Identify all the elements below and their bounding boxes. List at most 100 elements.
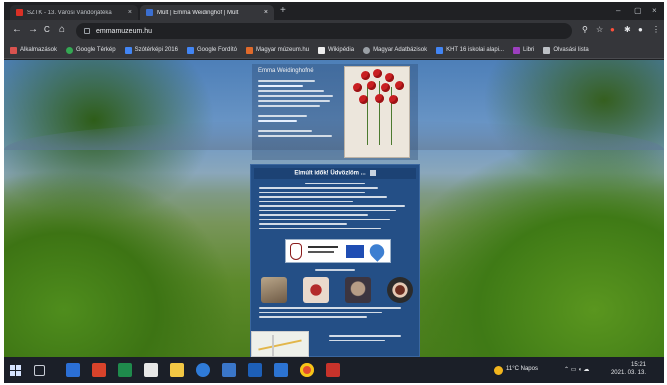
home-icon[interactable]: ⌂ xyxy=(59,24,65,36)
bookmark-label: Magyar Adatbázisok xyxy=(373,47,428,53)
address-bar[interactable]: emmamuzeum.hu xyxy=(76,23,572,39)
bookmark-icon xyxy=(363,46,371,54)
minimize-icon[interactable]: – xyxy=(616,6,620,15)
location-pin-icon xyxy=(366,241,388,262)
web-page: Emma Weidinghofné Elmúlt idők! Üdvözlöm … xyxy=(4,60,664,357)
bookmark-item[interactable]: Alkalmazások xyxy=(10,46,58,54)
extensions-puzzle-icon[interactable]: ✱ xyxy=(624,25,631,34)
tab-sztk[interactable]: SZTK - 13. Városi Vándorjátéka × xyxy=(10,5,138,20)
thumbnail-portrait[interactable] xyxy=(345,277,371,303)
bookmark-item[interactable]: Libri xyxy=(513,46,535,54)
address-url: emmamuzeum.hu xyxy=(96,27,153,35)
text-line xyxy=(258,135,332,137)
powerpoint-icon[interactable] xyxy=(92,363,106,377)
menu-dots-icon[interactable]: ⋮ xyxy=(652,25,660,34)
text-line xyxy=(259,307,401,309)
text-line xyxy=(259,316,367,318)
tab-favicon-icon xyxy=(146,9,153,16)
poppy-flower xyxy=(381,83,390,92)
task-view-icon[interactable] xyxy=(34,365,45,376)
tab-label: SZTK - 13. Városi Vándorjátéka xyxy=(27,9,112,16)
eu-flag-icon xyxy=(346,245,364,258)
chrome-icon[interactable] xyxy=(300,363,314,377)
bookmarks-bar: Alkalmazások Google Térkép Szótérképi 20… xyxy=(4,42,664,59)
back-icon[interactable]: ← xyxy=(12,24,22,36)
outlook-icon[interactable] xyxy=(248,363,262,377)
mail-icon[interactable] xyxy=(222,363,236,377)
clock-time: 15:21 xyxy=(630,362,646,368)
bookmark-label: Alkalmazások xyxy=(20,47,58,53)
close-icon[interactable]: × xyxy=(652,6,657,15)
star-icon[interactable]: ☆ xyxy=(596,25,603,34)
bookmark-item[interactable]: Magyar múzeum.hu xyxy=(246,46,309,54)
system-clock[interactable]: 15:21 2021. 03. 13. xyxy=(606,361,646,377)
store-icon[interactable] xyxy=(144,363,158,377)
thumbnail-medal[interactable] xyxy=(387,277,413,303)
bookmark-label: Libri xyxy=(523,47,535,53)
text-line xyxy=(258,130,313,132)
text-line xyxy=(259,218,390,221)
bookmark-item[interactable]: KHT 16 iskolai alapi... xyxy=(436,46,505,54)
wikipedia-icon xyxy=(318,46,326,54)
nav-link[interactable] xyxy=(258,85,304,87)
reload-icon[interactable]: C xyxy=(44,24,50,36)
tab-emma-museum[interactable]: Múlt | Emma Weidinghof | Múlt × xyxy=(140,5,274,20)
tray-icons[interactable]: ⌃ ▭ ◖ ☁ xyxy=(564,366,589,373)
nav-link[interactable] xyxy=(258,120,298,122)
map-widget[interactable] xyxy=(251,331,309,357)
sponsor-logos[interactable] xyxy=(285,239,391,263)
text-line xyxy=(329,339,385,341)
bookmark-item[interactable]: Magyar Adatbázisok xyxy=(363,46,428,54)
bookmark-item[interactable]: Google Térkép xyxy=(66,46,116,54)
word-icon[interactable] xyxy=(66,363,80,377)
edge-icon[interactable] xyxy=(196,363,210,377)
text-line xyxy=(258,95,334,97)
bookmark-icon xyxy=(10,46,17,54)
app-icon[interactable] xyxy=(274,363,288,377)
section-heading: Elmúlt idők! Üdvözlöm ... xyxy=(254,168,416,179)
thumbnail-plate[interactable] xyxy=(303,277,329,303)
windows-start-icon[interactable] xyxy=(10,365,21,376)
excel-icon[interactable] xyxy=(118,363,132,377)
site-title: Emma Weidinghofné xyxy=(258,68,314,74)
lock-icon xyxy=(84,28,90,34)
coat-of-arms-icon xyxy=(290,243,302,260)
file-explorer-icon[interactable] xyxy=(170,363,184,377)
forward-icon[interactable]: → xyxy=(28,24,38,36)
poppy-flower xyxy=(361,71,370,80)
bookmark-icon xyxy=(124,46,132,54)
profile-icon[interactable]: ● xyxy=(638,25,643,34)
thumbnail-captions xyxy=(251,307,421,321)
bookmark-item[interactable]: Wikipédia xyxy=(318,46,354,54)
reading-list[interactable]: Olvasási lista xyxy=(543,46,589,54)
map-pin-icon xyxy=(66,46,74,54)
weather-text[interactable]: 11°C Napos xyxy=(506,366,538,372)
new-tab-button[interactable]: + xyxy=(280,6,286,16)
bookmark-label: Szótérképi 2016 xyxy=(134,47,178,53)
thumbnail-building[interactable] xyxy=(261,277,287,303)
stem xyxy=(379,81,380,145)
bookmark-item[interactable]: Google Fordító xyxy=(186,46,237,54)
text-line xyxy=(329,335,401,337)
close-tab-icon[interactable]: × xyxy=(264,9,268,16)
text-line xyxy=(259,227,381,230)
text-line xyxy=(259,205,405,207)
text-line xyxy=(258,115,308,117)
text-line xyxy=(258,100,331,102)
content-column: Elmúlt idők! Üdvözlöm ... xyxy=(250,164,420,357)
poppy-flower xyxy=(353,83,362,92)
bookmark-item[interactable]: Szótérképi 2016 xyxy=(124,46,178,54)
footer-text xyxy=(321,335,417,344)
extension-icon[interactable]: ● xyxy=(610,25,615,34)
close-tab-icon[interactable]: × xyxy=(128,9,132,16)
windows-taskbar: 11°C Napos ⌃ ▭ ◖ ☁ 15:21 2021. 03. 13. xyxy=(4,357,664,383)
acrobat-icon[interactable] xyxy=(326,363,340,377)
search-icon[interactable]: ⚲ xyxy=(582,25,588,34)
map-road xyxy=(258,339,302,351)
tab-label: Múlt | Emma Weidinghof | Múlt xyxy=(157,9,239,16)
bookmark-label: KHT 16 iskolai alapi... xyxy=(446,47,505,53)
poppy-illustration xyxy=(344,66,410,158)
flag-icon xyxy=(369,170,376,176)
maximize-icon[interactable]: ▢ xyxy=(634,6,642,15)
reading-list-icon xyxy=(543,46,551,54)
